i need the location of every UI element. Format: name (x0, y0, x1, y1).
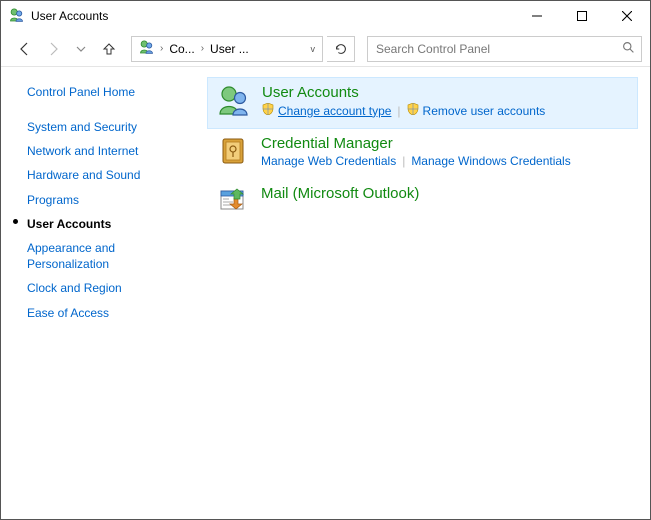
breadcrumb-item[interactable]: Co... (167, 37, 196, 61)
link-change-account-type[interactable]: Change account type (262, 103, 391, 118)
sidebar-item-network-internet[interactable]: Network and Internet (27, 139, 195, 163)
mail-icon (215, 185, 251, 221)
breadcrumb-sep-icon[interactable]: › (197, 43, 208, 54)
sidebar-item-label: Appearance and Personalization (27, 241, 115, 271)
category-mail-outlook[interactable]: Mail (Microsoft Outlook) (207, 179, 638, 229)
back-button[interactable] (13, 37, 37, 61)
link-remove-user-accounts[interactable]: Remove user accounts (407, 103, 546, 118)
search-icon[interactable] (622, 41, 635, 57)
up-button[interactable] (97, 37, 121, 61)
address-bar[interactable]: › Co... › User ... v (131, 36, 323, 62)
category-credential-manager[interactable]: Credential Manager Manage Web Credential… (207, 129, 638, 179)
minimize-button[interactable] (514, 2, 559, 31)
link-label: Change account type (278, 104, 391, 118)
sidebar-item-user-accounts[interactable]: User Accounts (27, 212, 195, 236)
category-title[interactable]: User Accounts (262, 84, 633, 101)
sidebar-item-system-security[interactable]: System and Security (27, 115, 195, 139)
address-dropdown-icon[interactable]: v (308, 44, 319, 54)
sidebar-item-label: User Accounts (27, 217, 111, 231)
link-separator: | (402, 154, 405, 168)
sidebar-item-clock-region[interactable]: Clock and Region (27, 276, 195, 300)
sidebar: Control Panel Home System and Security N… (1, 67, 205, 519)
breadcrumb-root-icon (138, 39, 156, 58)
link-manage-web-credentials[interactable]: Manage Web Credentials (261, 154, 396, 168)
category-title[interactable]: Credential Manager (261, 135, 634, 152)
body: Control Panel Home System and Security N… (1, 67, 650, 519)
close-button[interactable] (604, 2, 650, 31)
link-label: Manage Web Credentials (261, 154, 396, 168)
link-label: Remove user accounts (423, 104, 546, 118)
user-accounts-large-icon (216, 84, 252, 120)
link-label: Manage Windows Credentials (411, 154, 570, 168)
sidebar-item-ease-access[interactable]: Ease of Access (27, 301, 195, 325)
refresh-button[interactable] (327, 36, 355, 62)
sidebar-item-label: Hardware and Sound (27, 168, 140, 182)
user-accounts-icon (9, 7, 25, 26)
link-separator: | (397, 104, 400, 118)
sidebar-item-hardware-sound[interactable]: Hardware and Sound (27, 163, 195, 187)
breadcrumb-sep-icon[interactable]: › (156, 43, 167, 54)
window-title: User Accounts (31, 9, 108, 23)
sidebar-item-label: Programs (27, 193, 79, 207)
link-manage-windows-credentials[interactable]: Manage Windows Credentials (411, 154, 570, 168)
sidebar-item-programs[interactable]: Programs (27, 188, 195, 212)
sidebar-item-label: Network and Internet (27, 144, 138, 158)
breadcrumb-item[interactable]: User ... (208, 37, 251, 61)
sidebar-heading[interactable]: Control Panel Home (27, 85, 195, 99)
search-box[interactable] (367, 36, 642, 62)
credential-manager-icon (215, 135, 251, 171)
toolbar: › Co... › User ... v (1, 31, 650, 67)
category-user-accounts[interactable]: User Accounts Change account type | Remo… (207, 77, 638, 129)
titlebar: User Accounts (1, 1, 650, 31)
sidebar-item-label: Ease of Access (27, 306, 109, 320)
search-input[interactable] (374, 41, 622, 57)
category-title[interactable]: Mail (Microsoft Outlook) (261, 185, 634, 202)
maximize-button[interactable] (559, 2, 604, 31)
shield-icon (262, 103, 274, 118)
sidebar-item-label: System and Security (27, 120, 137, 134)
recent-locations-button[interactable] (69, 37, 93, 61)
active-bullet-icon (13, 219, 18, 224)
forward-button[interactable] (41, 37, 65, 61)
main-panel: User Accounts Change account type | Remo… (205, 67, 650, 519)
sidebar-item-appearance[interactable]: Appearance and Personalization (27, 236, 195, 276)
shield-icon (407, 103, 419, 118)
sidebar-item-label: Clock and Region (27, 281, 122, 295)
